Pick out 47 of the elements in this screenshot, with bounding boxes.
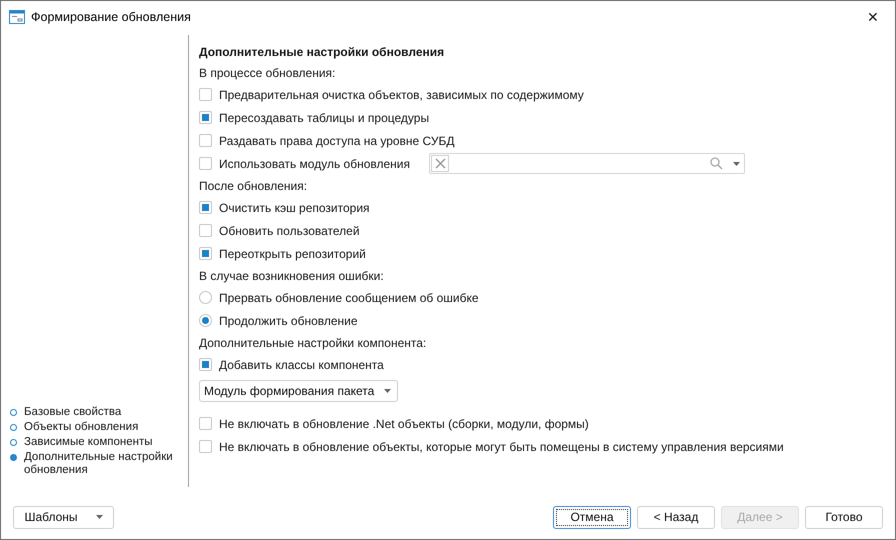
group-label: В процессе обновления: (199, 64, 336, 82)
checkbox[interactable] (199, 157, 212, 170)
section-heading: Дополнительные настройки обновления (199, 44, 446, 61)
checkbox-label[interactable]: Очистить кэш репозитория (219, 198, 370, 216)
radio-button[interactable] (199, 291, 212, 304)
search-icon[interactable] (710, 157, 723, 170)
sidebar-item[interactable]: Объекты обновления (24, 421, 138, 434)
window-title: Формирование обновления (31, 8, 191, 26)
radio-button[interactable] (199, 314, 212, 327)
checkbox[interactable] (199, 247, 212, 260)
checkbox[interactable] (199, 134, 212, 147)
group-label: В случае возникновения ошибки: (199, 268, 385, 284)
caret-icon[interactable] (733, 162, 740, 166)
checkbox[interactable] (199, 358, 212, 371)
checkbox[interactable] (199, 111, 212, 124)
radio-label[interactable]: Продолжить обновление (219, 312, 358, 330)
checkbox-label[interactable]: Не включать в обновление объекты, которые могут быть помещены в систему управления версиями (219, 438, 784, 456)
sidebar-item[interactable]: Базовые свойства (24, 406, 122, 419)
group-label: Дополнительные настройки компонента: (199, 334, 428, 352)
module-dropdown[interactable]: Модуль формирования пакета (199, 380, 398, 402)
checkbox-label[interactable]: Использовать модуль обновления (219, 154, 410, 172)
checkbox-label[interactable]: Добавить классы компонента (219, 356, 384, 374)
checkbox[interactable] (199, 417, 212, 430)
window-icon (9, 10, 25, 24)
group-label: После обновления: (199, 178, 308, 194)
checkbox-label[interactable]: Предварительная очистка объектов, зависимых по содержимому (219, 86, 584, 104)
radio-label[interactable]: Прервать обновление сообщением об ошибке (219, 288, 479, 306)
module-field[interactable] (429, 153, 745, 174)
checkbox-label[interactable]: Пересоздавать таблицы и процедуры (219, 108, 430, 126)
checkbox[interactable] (199, 224, 212, 237)
sidebar-item[interactable]: Зависимые компоненты (24, 436, 153, 449)
back-button[interactable]: < Назад (637, 506, 715, 528)
checkbox[interactable] (199, 88, 212, 101)
templates-button[interactable]: Шаблоны (13, 506, 114, 528)
caret-icon (96, 515, 103, 519)
checkbox-label[interactable]: Переоткрыть репозиторий (219, 244, 366, 262)
sidebar-item[interactable]: Дополнительные настройки обновления (24, 451, 182, 477)
cancel-button[interactable]: Отмена (553, 506, 631, 528)
checkbox[interactable] (199, 440, 212, 453)
close-button[interactable]: ✕ (851, 1, 895, 33)
checkbox-label[interactable]: Обновить пользователей (219, 222, 360, 240)
checkbox-label[interactable]: Не включать в обновление .Net объекты (сборки, модули, формы) (219, 414, 589, 432)
clear-icon[interactable] (431, 155, 449, 172)
caret-icon (384, 389, 392, 393)
finish-button[interactable]: Готово (805, 506, 883, 528)
checkbox[interactable] (199, 201, 212, 214)
checkbox-label[interactable]: Раздавать права доступа на уровне СУБД (219, 132, 454, 150)
